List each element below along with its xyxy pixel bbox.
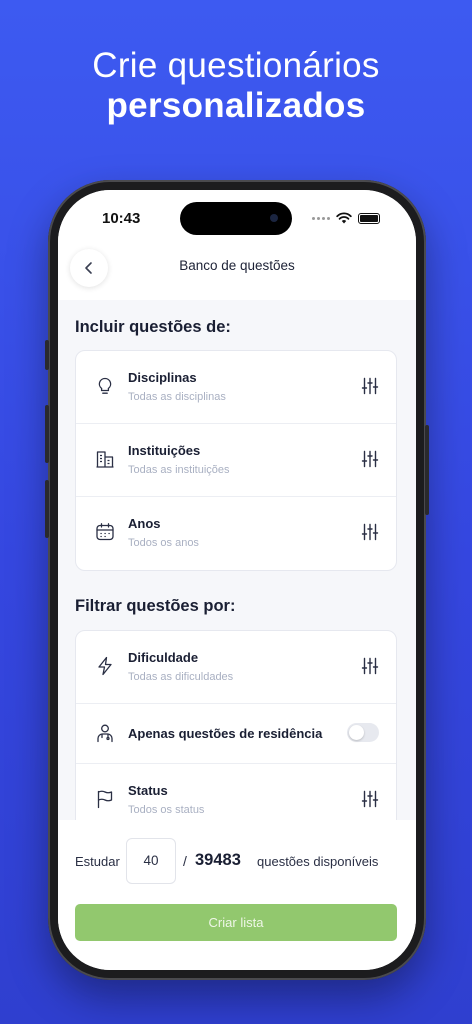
bottom-panel: Estudar 40 / 39483 questões disponíveis …	[58, 820, 416, 970]
signal-icon	[312, 216, 330, 220]
status-icons	[312, 212, 380, 224]
available-label: questões disponíveis	[257, 854, 379, 869]
list-item-label: Instituições	[128, 443, 201, 458]
dynamic-island	[180, 202, 292, 235]
create-list-button[interactable]: Criar lista	[75, 904, 397, 941]
list-item-value: Todas as disciplinas	[128, 391, 226, 403]
list-item-label: Status	[128, 783, 168, 798]
list-item-status[interactable]: Status Todos os status	[76, 764, 396, 820]
phone-volume-up	[45, 405, 49, 463]
camera-icon	[270, 214, 278, 222]
building-icon	[96, 451, 114, 468]
list-item-value: Todas as dificuldades	[128, 671, 234, 683]
navigation-bar: Banco de questões	[58, 246, 416, 300]
phone-frame: 10:43 Banco de questões Incluir questões…	[45, 180, 429, 980]
list-item-label: Dificuldade	[128, 650, 199, 665]
quantity-input[interactable]: 40	[126, 838, 176, 884]
wifi-icon	[336, 212, 352, 224]
doctor-icon	[97, 724, 113, 743]
headline-line-1: Crie questionários	[92, 46, 380, 85]
list-item-value: Todos os anos	[128, 537, 199, 549]
calendar-icon	[96, 523, 114, 541]
flag-icon	[97, 790, 113, 809]
total-available-count: 39483	[195, 851, 241, 869]
study-label: Estudar	[75, 854, 120, 869]
sliders-icon[interactable]	[361, 523, 379, 541]
include-section-title: Incluir questões de:	[75, 318, 231, 336]
phone-power-button	[425, 425, 429, 515]
include-card: Disciplinas Todas as disciplinas Institu	[75, 350, 397, 571]
marketing-headline: Crie questionários personalizados	[0, 46, 472, 126]
headline-line-2: personalizados	[106, 86, 366, 125]
list-item-residencia[interactable]: Apenas questões de residência	[76, 704, 396, 764]
list-item-dificuldade[interactable]: Dificuldade Todas as dificuldades	[76, 631, 396, 704]
phone-volume-down	[45, 480, 49, 538]
sliders-icon[interactable]	[361, 657, 379, 675]
list-item-instituicoes[interactable]: Instituições Todas as instituições	[76, 424, 396, 497]
lightbulb-icon	[98, 377, 112, 394]
phone-silent-switch	[45, 340, 49, 370]
filter-card: Dificuldade Todas as dificuldades Apenas…	[75, 630, 397, 820]
sliders-icon[interactable]	[361, 450, 379, 468]
filter-section-title: Filtrar questões por:	[75, 597, 236, 615]
lightning-icon	[98, 656, 112, 676]
list-item-disciplinas[interactable]: Disciplinas Todas as disciplinas	[76, 351, 396, 424]
residencia-toggle[interactable]	[347, 723, 379, 742]
sliders-icon[interactable]	[361, 790, 379, 808]
list-item-label: Anos	[128, 516, 161, 531]
list-item-value: Todos os status	[128, 804, 205, 816]
list-item-label: Apenas questões de residência	[128, 726, 323, 741]
filters-scroll-area[interactable]: Incluir questões de: Disciplinas Todas a…	[58, 300, 416, 820]
status-time: 10:43	[102, 210, 141, 227]
list-item-value: Todas as instituições	[128, 464, 230, 476]
status-bar: 10:43	[58, 190, 416, 246]
list-item-label: Disciplinas	[128, 370, 197, 385]
app-screen: 10:43 Banco de questões Incluir questões…	[58, 190, 416, 970]
battery-icon	[358, 212, 380, 224]
page-title: Banco de questões	[179, 258, 295, 273]
sliders-icon[interactable]	[361, 377, 379, 395]
list-item-anos[interactable]: Anos Todos os anos	[76, 497, 396, 570]
separator: /	[183, 853, 187, 869]
